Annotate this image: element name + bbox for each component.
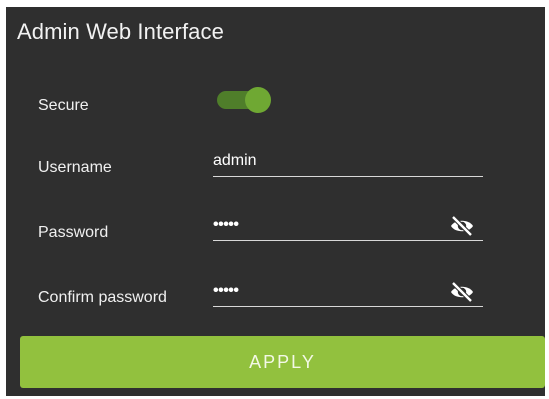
confirm-password-field[interactable]: ••••• xyxy=(213,278,483,307)
eye-slash-icon[interactable] xyxy=(449,280,475,304)
eye-slash-icon[interactable] xyxy=(449,214,475,238)
secure-label: Secure xyxy=(38,97,89,114)
admin-panel: Admin Web Interface Secure Username admi… xyxy=(6,7,545,396)
toggle-thumb xyxy=(245,87,271,113)
username-field[interactable]: admin xyxy=(213,148,483,177)
password-field[interactable]: ••••• xyxy=(213,212,483,241)
password-label: Password xyxy=(38,224,109,241)
username-value[interactable]: admin xyxy=(213,152,433,170)
confirm-password-label: Confirm password xyxy=(38,289,167,306)
secure-toggle[interactable] xyxy=(215,87,275,113)
panel-title: Admin Web Interface xyxy=(17,19,224,44)
username-label: Username xyxy=(38,159,112,176)
password-value[interactable]: ••••• xyxy=(213,216,433,234)
apply-button[interactable]: APPLY xyxy=(20,336,545,388)
confirm-password-value[interactable]: ••••• xyxy=(213,282,433,300)
